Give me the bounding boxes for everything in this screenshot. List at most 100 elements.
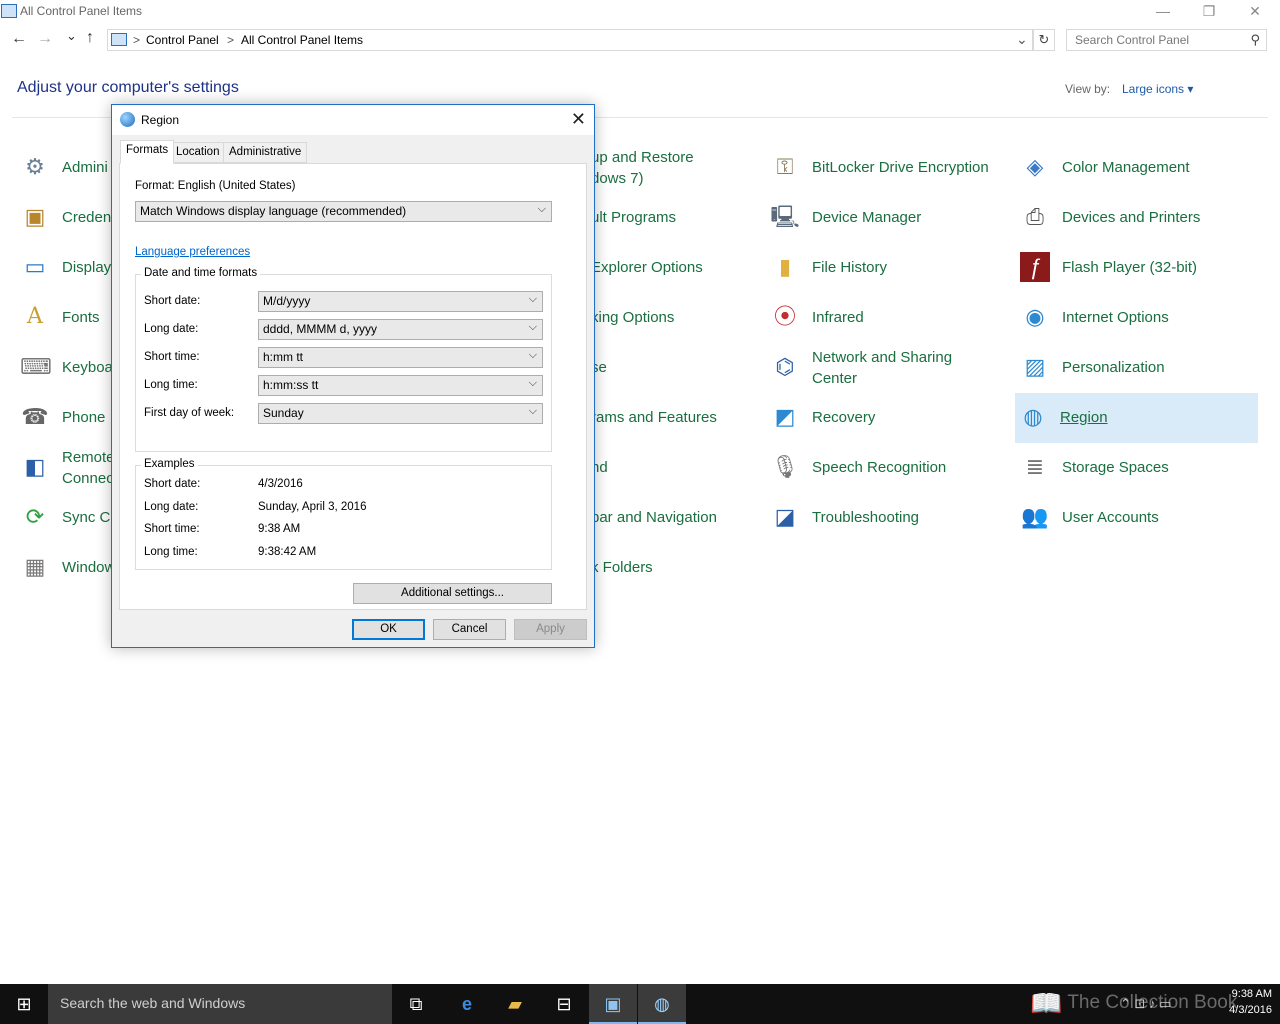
address-bar[interactable]: > Control Panel > All Control Panel Item… bbox=[107, 29, 1033, 51]
infrared-icon: ⦿ bbox=[773, 304, 796, 329]
cp-item-storage-spaces[interactable]: ≣ Storage Spaces bbox=[1017, 443, 1257, 493]
address-dropdown-icon[interactable]: ⌄ bbox=[1016, 31, 1028, 48]
storage-icon: ≣ bbox=[1025, 454, 1045, 479]
cp-item-label: Troubleshooting bbox=[812, 509, 920, 526]
cp-item-label: Window bbox=[62, 559, 116, 576]
region-taskbar-globe-icon[interactable]: ◍ bbox=[638, 984, 686, 1024]
format-select[interactable]: Match Windows display language (recommen… bbox=[135, 201, 552, 222]
color-management-icon: ◈ bbox=[1026, 154, 1044, 179]
file-explorer-icon[interactable]: ▰ bbox=[491, 984, 539, 1024]
short-date-select[interactable]: M/d/yyyy ⌵ bbox=[258, 291, 543, 312]
cp-item-label: Storage Spaces bbox=[1062, 459, 1169, 476]
recovery-icon: ◩ bbox=[774, 404, 796, 429]
cp-item-label: ult Programs bbox=[591, 209, 677, 226]
window-titlebar: All Control Panel Items — ❐ ✕ bbox=[0, 0, 1280, 24]
control-panel-taskbar-icon[interactable]: ▣ bbox=[589, 984, 637, 1024]
window-title: All Control Panel Items bbox=[20, 4, 143, 18]
datetime-group-label: Date and time formats bbox=[141, 267, 261, 279]
additional-settings-button[interactable]: Additional settings... bbox=[353, 583, 552, 604]
cp-item-label: k Folders bbox=[591, 559, 653, 576]
forward-arrow-icon[interactable]: → bbox=[37, 30, 53, 48]
chevron-down-icon: ⌵ bbox=[528, 405, 537, 417]
apply-button[interactable]: Apply bbox=[514, 619, 587, 640]
cp-item-flash-player[interactable]: ƒ Flash Player (32-bit) bbox=[1017, 243, 1257, 293]
short-date-value: M/d/yyyy bbox=[263, 294, 311, 308]
cp-item-label: rams and Features bbox=[591, 409, 717, 426]
region-globe-icon: ◍ bbox=[1023, 404, 1043, 429]
recent-locations-icon[interactable]: ⌄ bbox=[66, 28, 77, 44]
short-time-label: Short time: bbox=[144, 351, 200, 363]
up-arrow-icon[interactable]: ↑ bbox=[86, 29, 94, 47]
example-long-date-label: Long date: bbox=[144, 501, 199, 513]
control-panel-crumb-icon bbox=[111, 33, 127, 46]
restore-button[interactable]: ❐ bbox=[1186, 0, 1232, 24]
cp-item-recovery[interactable]: ◩ Recovery bbox=[767, 393, 1007, 443]
remote-icon: ◧ bbox=[24, 454, 46, 479]
cp-item-label: Keyboa bbox=[62, 359, 113, 376]
flash-icon: ƒ bbox=[1020, 252, 1050, 282]
cp-item-label: Flash Player (32-bit) bbox=[1062, 259, 1198, 276]
cp-item-label: bar and Navigation bbox=[591, 509, 717, 526]
globe-icon bbox=[120, 112, 135, 127]
microphone-icon: 🎙 bbox=[771, 454, 799, 479]
book-logo-icon: 📖 bbox=[1030, 988, 1063, 1018]
chevron-down-icon: ⌵ bbox=[528, 321, 537, 333]
cp-item-label: Infrared bbox=[812, 309, 864, 326]
clock-time: 9:38 AM bbox=[1231, 988, 1272, 1000]
cp-item-infrared[interactable]: ⦿ Infrared bbox=[767, 293, 1007, 343]
long-date-select[interactable]: dddd, MMMM d, yyyy ⌵ bbox=[258, 319, 543, 340]
dialog-titlebar: Region ✕ bbox=[112, 105, 594, 135]
cp-item-network-and-sharing[interactable]: ⌬ Network and Sharing Center bbox=[767, 343, 1007, 393]
tab-administrative[interactable]: Administrative bbox=[223, 142, 308, 163]
short-time-select[interactable]: h:mm tt ⌵ bbox=[258, 347, 543, 368]
cp-item-device-manager[interactable]: 🖳 Device Manager bbox=[767, 193, 1007, 243]
taskbar-search-box[interactable]: Search the web and Windows bbox=[48, 984, 392, 1024]
tab-location[interactable]: Location bbox=[170, 142, 226, 163]
cp-item-file-history[interactable]: ▮ File History bbox=[767, 243, 1007, 293]
cp-item-bitlocker[interactable]: ⚿ BitLocker Drive Encryption bbox=[767, 143, 1007, 193]
view-by-dropdown[interactable]: Large icons ▾ bbox=[1122, 82, 1193, 96]
close-button[interactable]: ✕ bbox=[1232, 0, 1278, 24]
breadcrumb-separator-icon: > bbox=[227, 33, 235, 47]
first-day-select[interactable]: Sunday ⌵ bbox=[258, 403, 543, 424]
cp-item-speech-recognition[interactable]: 🎙 Speech Recognition bbox=[767, 443, 1007, 493]
cp-item-user-accounts[interactable]: 👥 User Accounts bbox=[1017, 493, 1257, 543]
tab-formats[interactable]: Formats bbox=[120, 140, 175, 164]
ok-button[interactable]: OK bbox=[352, 619, 425, 640]
refresh-button[interactable]: ↻ bbox=[1033, 29, 1055, 51]
store-icon[interactable]: ⊟ bbox=[540, 984, 588, 1024]
start-windows-icon[interactable]: ⊞ bbox=[0, 984, 48, 1024]
search-icon[interactable]: ⚲ bbox=[1250, 32, 1260, 48]
users-icon: 👥 bbox=[1021, 504, 1049, 529]
cancel-button[interactable]: Cancel bbox=[433, 619, 506, 640]
cp-item-label: Recovery bbox=[812, 409, 876, 426]
keyboard-icon: ⌨ bbox=[20, 354, 52, 379]
task-view-icon[interactable]: ⧉ bbox=[392, 984, 440, 1024]
key-lock-icon: ⚿ bbox=[776, 154, 794, 179]
minimize-button[interactable]: — bbox=[1140, 0, 1186, 24]
cp-item-internet-options[interactable]: ◉ Internet Options bbox=[1017, 293, 1257, 343]
cp-item-label: Network and Sharing Center bbox=[812, 349, 953, 387]
cp-item-region[interactable]: ◍ Region bbox=[1015, 393, 1258, 443]
dialog-close-icon[interactable]: ✕ bbox=[571, 109, 586, 130]
troubleshooting-icon: ◪ bbox=[774, 504, 796, 529]
cp-item-devices-and-printers[interactable]: ⎙ Devices and Printers bbox=[1017, 193, 1257, 243]
long-time-select[interactable]: h:mm:ss tt ⌵ bbox=[258, 375, 543, 396]
cp-item-color-management[interactable]: ◈ Color Management bbox=[1017, 143, 1257, 193]
file-history-icon: ▮ bbox=[778, 254, 792, 279]
search-input[interactable]: Search Control Panel ⚲ bbox=[1066, 29, 1267, 51]
cp-item-personalization[interactable]: ▨ Personalization bbox=[1017, 343, 1257, 393]
language-preferences-link[interactable]: Language preferences bbox=[135, 246, 250, 258]
cp-item-label: BitLocker Drive Encryption bbox=[812, 159, 989, 176]
cp-item-label: Internet Options bbox=[1062, 309, 1169, 326]
clock[interactable]: 9:38 AM 4/3/2016 bbox=[1229, 986, 1272, 1018]
cp-item-label: Admini bbox=[62, 159, 108, 176]
back-arrow-icon[interactable]: ← bbox=[11, 30, 27, 48]
example-short-time-value: 9:38 AM bbox=[258, 523, 301, 535]
breadcrumb-all-items[interactable]: All Control Panel Items bbox=[241, 33, 363, 47]
tray-icons[interactable]: ⌃ ⊡ ♪ ▭ bbox=[1120, 996, 1171, 1012]
edge-icon[interactable]: e bbox=[443, 984, 491, 1024]
cp-item-troubleshooting[interactable]: ◪ Troubleshooting bbox=[767, 493, 1007, 543]
breadcrumb-control-panel[interactable]: Control Panel bbox=[146, 33, 219, 47]
short-time-value: h:mm tt bbox=[263, 350, 304, 364]
